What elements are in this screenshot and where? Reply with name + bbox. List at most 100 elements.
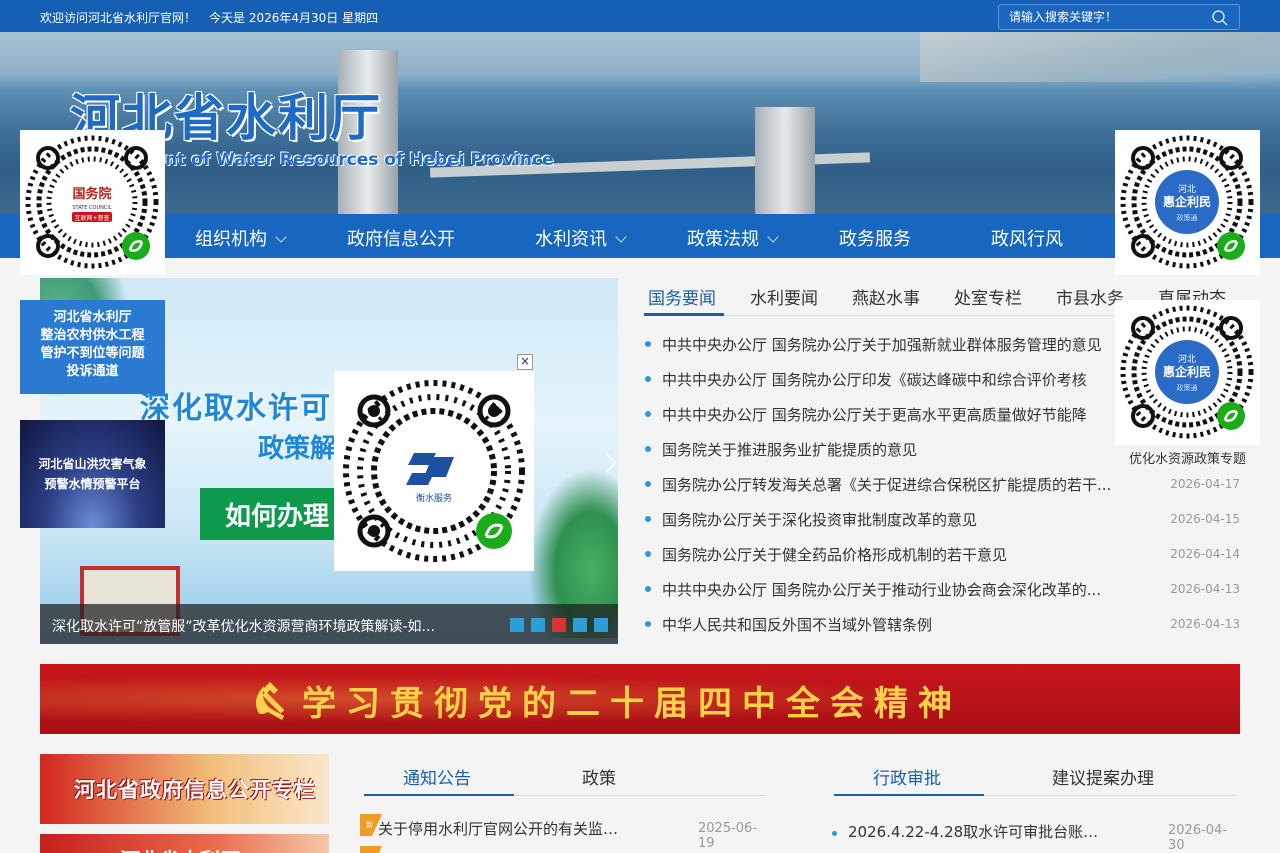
- slider-dot[interactable]: [594, 618, 608, 632]
- search-input[interactable]: [999, 5, 1204, 29]
- qr-code-icon: 河北 惠企利民 政策通: [1120, 135, 1254, 269]
- popup-qr-code[interactable]: 衡水服务: [334, 371, 534, 571]
- news-date: 2026-04-14: [1170, 547, 1240, 561]
- top-bar: 欢迎访问河北省水利厅官网！ 今天是 2026年4月30日 星期四: [0, 0, 1280, 32]
- tab-proposal-handling[interactable]: 建议提案办理: [1052, 764, 1154, 789]
- news-item[interactable]: 国务院办公厅关于深化投资审批制度改革的意见 2026-04-15: [644, 507, 1240, 531]
- bullet-icon: [645, 376, 651, 382]
- slider-dot[interactable]: [573, 618, 587, 632]
- notice-line: 投诉通道: [66, 364, 119, 379]
- slider-dot[interactable]: [531, 618, 545, 632]
- notice-line: 管护不到位等问题: [40, 346, 145, 361]
- tab-state-council-news[interactable]: 国务要闻: [648, 284, 716, 309]
- news-title[interactable]: 国务院办公厅关于健全药品价格形成机制的若干意见: [662, 544, 1007, 565]
- nav-item-policies[interactable]: 政策法规: [687, 225, 779, 251]
- bullet-icon: [645, 341, 651, 347]
- news-title[interactable]: 中华人民共和国反外国不当域外管辖条例: [662, 614, 932, 635]
- news-item[interactable]: 中华人民共和国反外国不当域外管辖条例 2026-04-13: [644, 612, 1240, 636]
- tab-yanzhao-affairs[interactable]: 燕赵水事: [852, 284, 920, 309]
- nav-item-gov-services[interactable]: 政务服务: [839, 225, 911, 251]
- news-title[interactable]: 国务院关于推进服务业扩能提质的意见: [662, 439, 917, 460]
- tab-water-news[interactable]: 水利要闻: [750, 284, 818, 309]
- flood-line: 河北省山洪灾害气象: [38, 457, 147, 471]
- qr-code-icon: 国务院 STATE COUNCIL 互联网+督查: [25, 135, 159, 269]
- search-box: [998, 4, 1240, 30]
- slide-caption-bar: 深化取水许可“放管服”改革优化水资源营商环境政策解读-如...: [40, 604, 618, 644]
- flood-warning-platform-link[interactable]: 河北省山洪灾害气象 预警水情预警平台: [20, 420, 165, 528]
- second-promo-link[interactable]: 河北省水利厅: [40, 834, 329, 853]
- news-item[interactable]: 中共中央办公厅 国务院办公厅关于推动行业协会商会深化改革的... 2026-04-…: [644, 577, 1240, 601]
- tab-city-county[interactable]: 市县水务: [1056, 284, 1124, 309]
- qr-code-icon: 河北 惠企利民 政策通: [1120, 305, 1254, 439]
- gov-info-disclosure-link[interactable]: 河北省政府信息公开专栏: [40, 754, 329, 824]
- qr-label-en: STATE COUNCIL: [72, 205, 111, 211]
- bullet-icon: [645, 586, 651, 592]
- approval-item[interactable]: 2026.4.22-4.28取水许可审批台账… 2026-04-30: [830, 819, 1240, 853]
- news-title[interactable]: 中共中央办公厅 国务院办公厅关于更高水平更高质量做好节能降: [662, 404, 1087, 425]
- slider-dot-active[interactable]: [552, 618, 566, 632]
- news-title[interactable]: 中共中央办公厅 国务院办公厅印发《碳达峰碳中和综合评价考核: [662, 369, 1087, 390]
- nav-label: 政府信息公开: [347, 229, 455, 250]
- news-title[interactable]: 国务院办公厅关于深化投资审批制度改革的意见: [662, 509, 977, 530]
- bullet-icon: [645, 481, 651, 487]
- main-nav: 组织机构 政府信息公开 水利资讯 政策法规 政务服务 政风行风: [0, 214, 1280, 258]
- tab-notices[interactable]: 通知公告: [403, 764, 471, 789]
- hammer-sickle-icon: [256, 682, 285, 720]
- nav-item-gov-info[interactable]: 政府信息公开: [347, 225, 455, 251]
- nav-item-organization[interactable]: 组织机构: [195, 225, 287, 251]
- news-title[interactable]: 中共中央办公厅 国务院办公厅关于推动行业协会商会深化改革的...: [662, 579, 1101, 600]
- tab-active-indicator: [834, 794, 984, 796]
- promo-label: 河北省政府信息公开专栏: [74, 778, 316, 802]
- header-banner: 河北省水利厅 Department of Water Resources of …: [0, 32, 1280, 214]
- slider-dots: [503, 617, 608, 636]
- qr-label-main: 惠企利民: [1163, 364, 1211, 379]
- huiqi-limin-qr-code[interactable]: 河北 惠企利民 政策通: [1115, 130, 1260, 275]
- bullet-icon: [645, 446, 651, 452]
- notice-line: 河北省水利厅: [53, 310, 132, 325]
- qr-label: 国务院: [72, 186, 111, 202]
- state-council-qr-code[interactable]: 国务院 STATE COUNCIL 互联网+督查: [20, 130, 165, 275]
- news-date: 2026-04-13: [1170, 582, 1240, 596]
- current-date: 今天是 2026年4月30日 星期四: [209, 11, 379, 25]
- bullet-icon: [645, 621, 651, 627]
- new-badge-label: 新: [366, 820, 373, 829]
- popup-close-button[interactable]: ×: [517, 354, 533, 370]
- nav-item-water-news[interactable]: 水利资讯: [535, 225, 627, 251]
- nav-label: 政风行风: [991, 229, 1063, 250]
- bullet-icon: [645, 516, 651, 522]
- rural-water-complaint-link[interactable]: 河北省水利厅 整治农村供水工程 管护不到位等问题 投诉通道: [20, 300, 165, 394]
- search-icon[interactable]: [1211, 9, 1229, 27]
- news-date: 2026-04-15: [1170, 512, 1240, 526]
- tab-department-column[interactable]: 处室专栏: [954, 284, 1022, 309]
- notice-title[interactable]: 关于停用水利厅官网公开的有关监…: [378, 818, 618, 839]
- bullet-icon: [832, 831, 837, 836]
- nav-item-conduct[interactable]: 政风行风: [991, 225, 1063, 251]
- water-policy-topic-link[interactable]: 优化水资源政策专题: [1115, 448, 1260, 467]
- promo-label: 河北省水利厅: [120, 844, 240, 853]
- tab-policy[interactable]: 政策: [582, 764, 616, 789]
- notice-item[interactable]: 新 关于停用水利厅官网公开的有关监… 2025-06-19: [360, 814, 770, 851]
- approval-title[interactable]: 2026.4.22-4.28取水许可审批台账…: [848, 821, 1098, 842]
- news-date: 2026-04-13: [1170, 617, 1240, 631]
- news-date: 2026-04-17: [1170, 477, 1240, 491]
- tab-admin-approval[interactable]: 行政审批: [873, 764, 941, 789]
- approval-date: 2026-04-30: [1168, 823, 1228, 853]
- qr-label-top: 河北: [1178, 353, 1196, 365]
- slide-caption[interactable]: 深化取水许可“放管服”改革优化水资源营商环境政策解读-如...: [52, 616, 435, 636]
- news-item[interactable]: 国务院办公厅关于健全药品价格形成机制的若干意见 2026-04-14: [644, 542, 1240, 566]
- tab-active-indicator: [644, 313, 724, 316]
- news-title[interactable]: 国务院办公厅转发海关总署《关于促进综合保税区扩能提质的若干...: [662, 474, 1111, 495]
- qr-label-sub: 政策通: [1177, 213, 1198, 222]
- banner-shore: [920, 32, 1280, 82]
- new-badge-icon: [360, 846, 382, 853]
- news-item[interactable]: 国务院办公厅转发海关总署《关于促进综合保税区扩能提质的若干... 2026-04-…: [644, 472, 1240, 496]
- slider-dot[interactable]: [510, 618, 524, 632]
- nav-label: 政策法规: [687, 229, 759, 250]
- flood-line: 预警水情预警平台: [44, 477, 141, 491]
- huiqi-limin-qr-code-2[interactable]: 河北 惠企利民 政策通: [1115, 300, 1260, 445]
- notice-line: 整治农村供水工程: [40, 328, 145, 343]
- news-title[interactable]: 中共中央办公厅 国务院办公厅关于加强新就业群体服务管理的意见: [662, 334, 1102, 355]
- party-slogan: 学习贯彻党的二十届四中全会精神: [302, 684, 962, 724]
- notice-date: 2025-06-19: [698, 821, 758, 851]
- party-study-banner[interactable]: 学习贯彻党的二十届四中全会精神: [40, 664, 1240, 734]
